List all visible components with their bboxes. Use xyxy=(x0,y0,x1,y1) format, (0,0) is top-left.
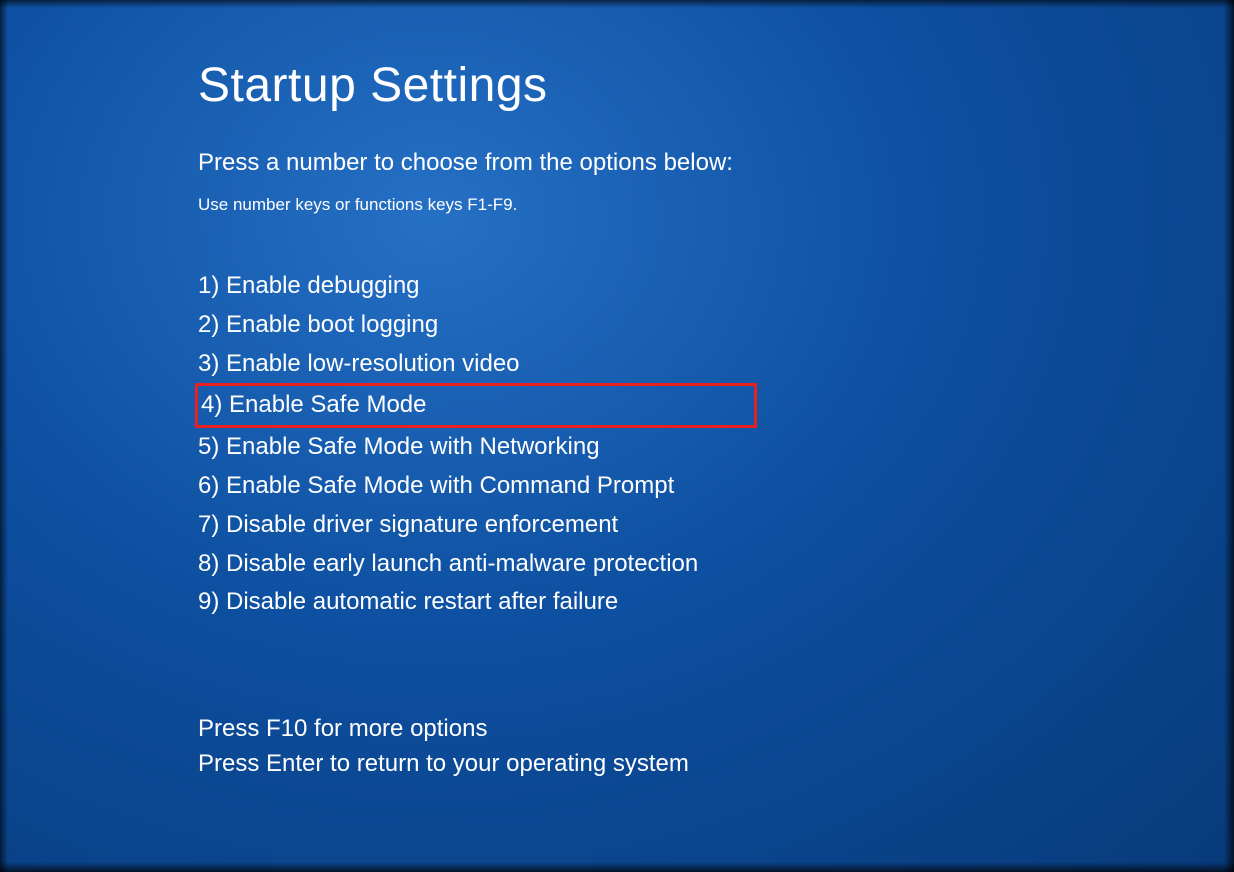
option-enable-low-resolution-video[interactable]: 3) Enable low-resolution video xyxy=(198,345,1098,384)
option-enable-safe-mode-command-prompt[interactable]: 6) Enable Safe Mode with Command Prompt xyxy=(198,467,1098,506)
vignette-top xyxy=(0,0,1234,8)
option-label: Enable Safe Mode xyxy=(229,391,426,418)
option-label: Disable automatic restart after failure xyxy=(226,588,618,615)
option-label: Enable Safe Mode with Networking xyxy=(226,433,600,460)
option-number: 6) xyxy=(198,472,219,499)
option-label: Enable low-resolution video xyxy=(226,350,520,377)
option-disable-driver-signature-enforcement[interactable]: 7) Disable driver signature enforcement xyxy=(198,506,1098,545)
footer-more-options: Press F10 for more options xyxy=(198,712,1098,747)
option-disable-automatic-restart[interactable]: 9) Disable automatic restart after failu… xyxy=(198,583,1098,622)
option-enable-debugging[interactable]: 1) Enable debugging xyxy=(198,267,1098,306)
option-label: Enable Safe Mode with Command Prompt xyxy=(226,472,674,499)
vignette-left xyxy=(0,0,8,872)
footer-return: Press Enter to return to your operating … xyxy=(198,747,1098,782)
option-label: Enable boot logging xyxy=(226,311,438,338)
options-list: 1) Enable debugging 2) Enable boot loggi… xyxy=(198,267,1098,622)
vignette-bottom xyxy=(0,862,1234,872)
option-number: 2) xyxy=(198,311,219,338)
option-number: 5) xyxy=(198,433,219,460)
option-number: 4) xyxy=(201,391,222,418)
option-number: 7) xyxy=(198,511,219,538)
page-title: Startup Settings xyxy=(198,58,1098,113)
option-label: Enable debugging xyxy=(226,272,420,299)
option-number: 1) xyxy=(198,272,219,299)
option-enable-safe-mode-networking[interactable]: 5) Enable Safe Mode with Networking xyxy=(198,428,1098,467)
option-number: 8) xyxy=(198,550,219,577)
vignette-right xyxy=(1224,0,1234,872)
option-number: 3) xyxy=(198,350,219,377)
option-enable-boot-logging[interactable]: 2) Enable boot logging xyxy=(198,306,1098,345)
startup-settings-screen: Startup Settings Press a number to choos… xyxy=(198,58,1098,782)
key-hint: Use number keys or functions keys F1-F9. xyxy=(198,195,1098,215)
option-number: 9) xyxy=(198,588,219,615)
option-disable-early-launch-anti-malware[interactable]: 8) Disable early launch anti-malware pro… xyxy=(198,545,1098,584)
option-enable-safe-mode[interactable]: 4) Enable Safe Mode xyxy=(195,383,757,428)
instruction-subtitle: Press a number to choose from the option… xyxy=(198,149,1098,177)
option-label: Disable early launch anti-malware protec… xyxy=(226,550,698,577)
option-label: Disable driver signature enforcement xyxy=(226,511,618,538)
